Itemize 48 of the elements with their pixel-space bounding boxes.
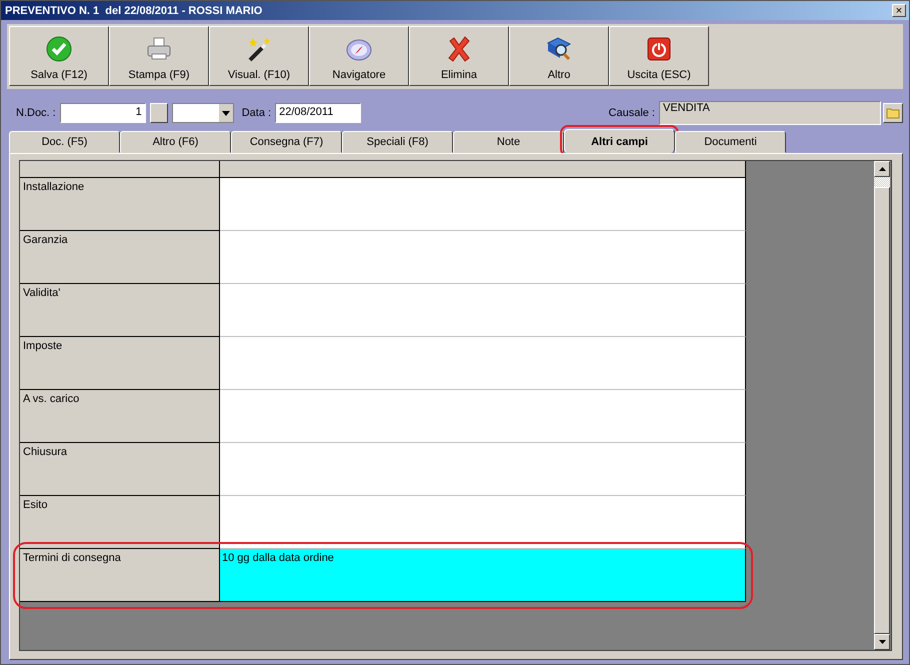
row-label-cell: Termini di consegna	[20, 549, 220, 602]
toolbar-button[interactable]: Altro	[509, 26, 609, 86]
value-cell[interactable]: 10 gg dalla data ordine	[220, 549, 746, 602]
doc-number-label: N.Doc. :	[16, 107, 56, 119]
scroll-down-icon	[878, 640, 886, 644]
value-cell[interactable]	[220, 231, 746, 284]
row-label-cell: A vs. carico	[20, 390, 220, 443]
scroll-thumb[interactable]	[874, 177, 890, 187]
value-cell[interactable]	[220, 178, 746, 231]
dropdown-arrow-icon	[222, 110, 230, 116]
toolbar-button[interactable]: Visual. (F10)	[209, 26, 309, 86]
folder-button[interactable]	[883, 103, 903, 123]
toolbar-button[interactable]: Uscita (ESC)	[609, 26, 709, 86]
value-cell[interactable]	[220, 390, 746, 443]
row-label-cell: Chiusura	[20, 443, 220, 496]
tab[interactable]: Documenti	[675, 131, 786, 153]
toolbar-button[interactable]: Salva (F12)	[9, 26, 109, 86]
value-cell[interactable]	[220, 284, 746, 337]
scroll-up-icon	[878, 167, 886, 171]
doc-number-field[interactable]: 1	[60, 103, 146, 123]
row-label-cell: Esito	[20, 496, 220, 549]
toolbar-button[interactable]: Stampa (F9)	[109, 26, 209, 86]
row-label-cell: Garanzia	[20, 231, 220, 284]
tab[interactable]: Consegna (F7)	[231, 131, 342, 153]
tab[interactable]: Note	[453, 131, 564, 153]
row-label-cell: Installazione	[20, 178, 220, 231]
date-label: Data :	[242, 107, 272, 119]
book-magnifier-icon	[545, 35, 573, 63]
toolbar-button[interactable]: Elimina	[409, 26, 509, 86]
causale-field[interactable]: VENDITA	[659, 101, 881, 125]
close-button[interactable]: ×	[892, 4, 906, 17]
row-label-cell: Imposte	[20, 337, 220, 390]
causale-label: Causale :	[608, 107, 655, 119]
series-dropdown[interactable]	[172, 103, 234, 123]
tab[interactable]: Doc. (F5)	[9, 131, 120, 153]
value-cell[interactable]	[220, 443, 746, 496]
checkmark-icon	[45, 35, 73, 63]
date-field[interactable]: 22/08/2011	[275, 103, 362, 123]
value-cell[interactable]	[220, 496, 746, 549]
tab[interactable]: Altro (F6)	[120, 131, 231, 153]
value-cell[interactable]	[220, 337, 746, 390]
lookup-button[interactable]	[150, 103, 168, 123]
folder-icon	[886, 107, 900, 119]
row-label-cell: Validita'	[20, 284, 220, 337]
window-title: PREVENTIVO N. 1 del 22/08/2011 - ROSSI MARIO	[5, 4, 262, 16]
tab[interactable]: Speciali (F8)	[342, 131, 453, 153]
power-icon	[645, 35, 673, 63]
toolbar-button[interactable]: Navigatore	[309, 26, 409, 86]
